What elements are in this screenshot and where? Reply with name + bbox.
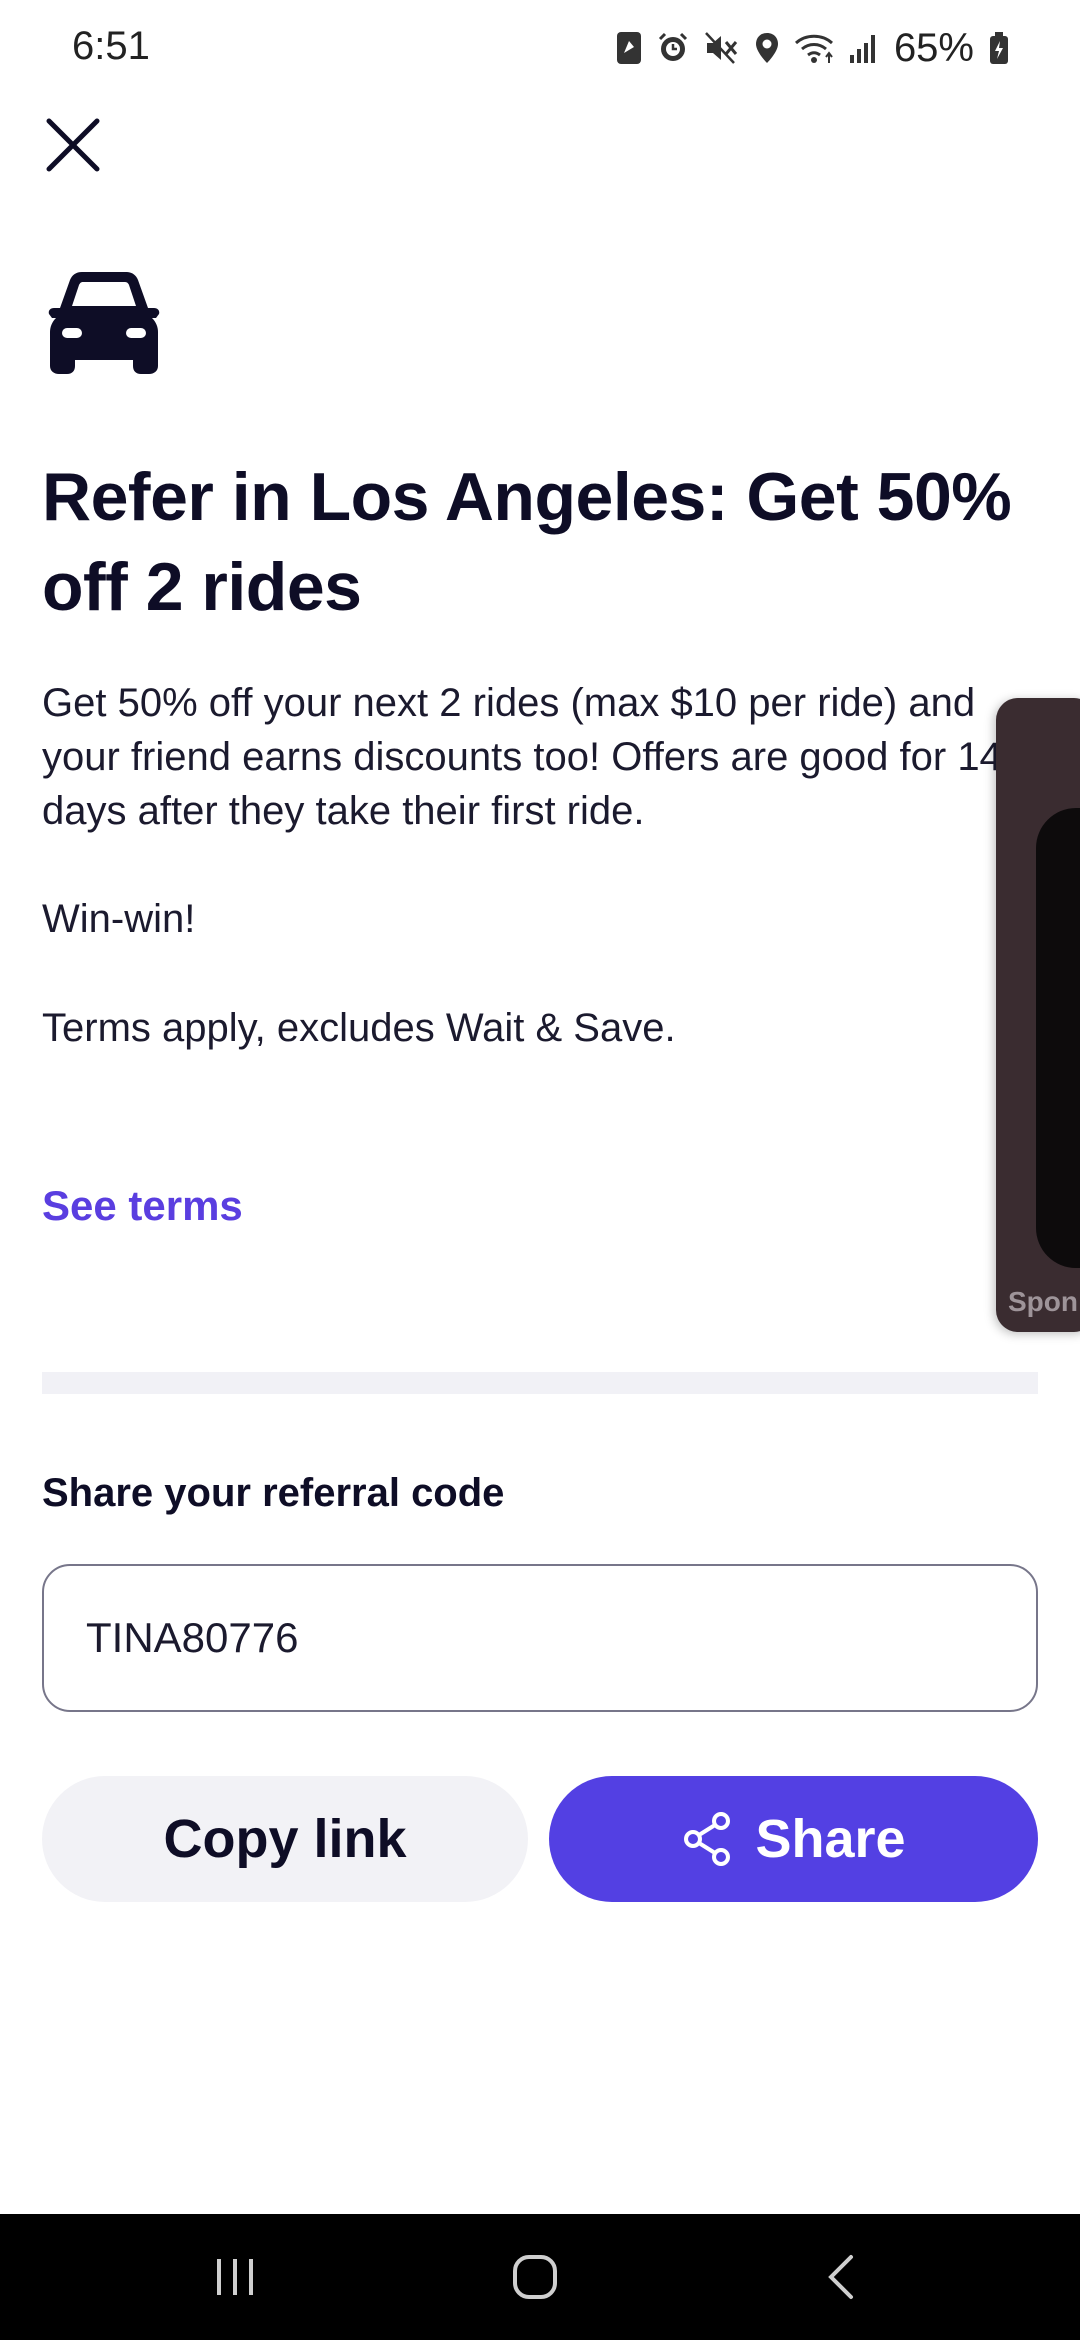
offer-win-text: Win-win! — [42, 897, 196, 941]
status-icons: 65% — [616, 24, 1010, 72]
home-icon — [513, 2255, 557, 2299]
section-divider — [42, 1372, 1038, 1394]
status-bar: 6:51 65% — [0, 0, 1080, 96]
back-icon — [828, 2255, 853, 2299]
copy-link-label: Copy link — [163, 1809, 407, 1869]
back-button[interactable] — [775, 2214, 905, 2340]
recent-apps-icon — [217, 2259, 253, 2295]
share-icon — [684, 1812, 731, 1866]
location-icon — [754, 31, 780, 65]
offer-title: Refer in Los Angeles: Get 50% off 2 ride… — [42, 459, 1012, 625]
see-terms-link[interactable]: See terms — [42, 1178, 243, 1234]
close-button[interactable] — [40, 112, 106, 178]
close-icon — [46, 118, 100, 172]
sponsored-card-image — [1036, 808, 1080, 1268]
alarm-icon — [656, 31, 690, 65]
mute-icon — [704, 31, 740, 65]
referral-code-field[interactable]: TINA80776 — [42, 1564, 1038, 1712]
sponsored-label: Spon — [1008, 1286, 1078, 1317]
status-time: 6:51 — [72, 24, 150, 68]
offer-description: Get 50% off your next 2 rides (max $10 p… — [42, 681, 1002, 833]
offer-terms-note: Terms apply, excludes Wait & Save. — [42, 1006, 676, 1050]
referral-screen: 6:51 65% Refer in Los Angeles: Get 50% o… — [0, 0, 1080, 2340]
copy-link-button[interactable]: Copy link — [42, 1776, 528, 1902]
wifi-icon — [794, 31, 834, 65]
sponsored-card[interactable]: Spon — [996, 698, 1080, 1332]
referral-code-label: Share your referral code — [42, 1471, 505, 1515]
recent-apps-button[interactable] — [170, 2214, 300, 2340]
home-button[interactable] — [470, 2214, 600, 2340]
battery-percent: 65% — [893, 25, 974, 70]
battery-icon — [988, 31, 1010, 65]
sim-icon — [616, 31, 642, 65]
referral-code-value: TINA80776 — [86, 1614, 299, 1661]
share-label: Share — [755, 1809, 906, 1869]
system-nav-bar — [0, 2214, 1080, 2340]
share-button[interactable]: Share — [549, 1776, 1038, 1902]
car-icon — [48, 272, 160, 374]
signal-icon — [848, 31, 880, 65]
